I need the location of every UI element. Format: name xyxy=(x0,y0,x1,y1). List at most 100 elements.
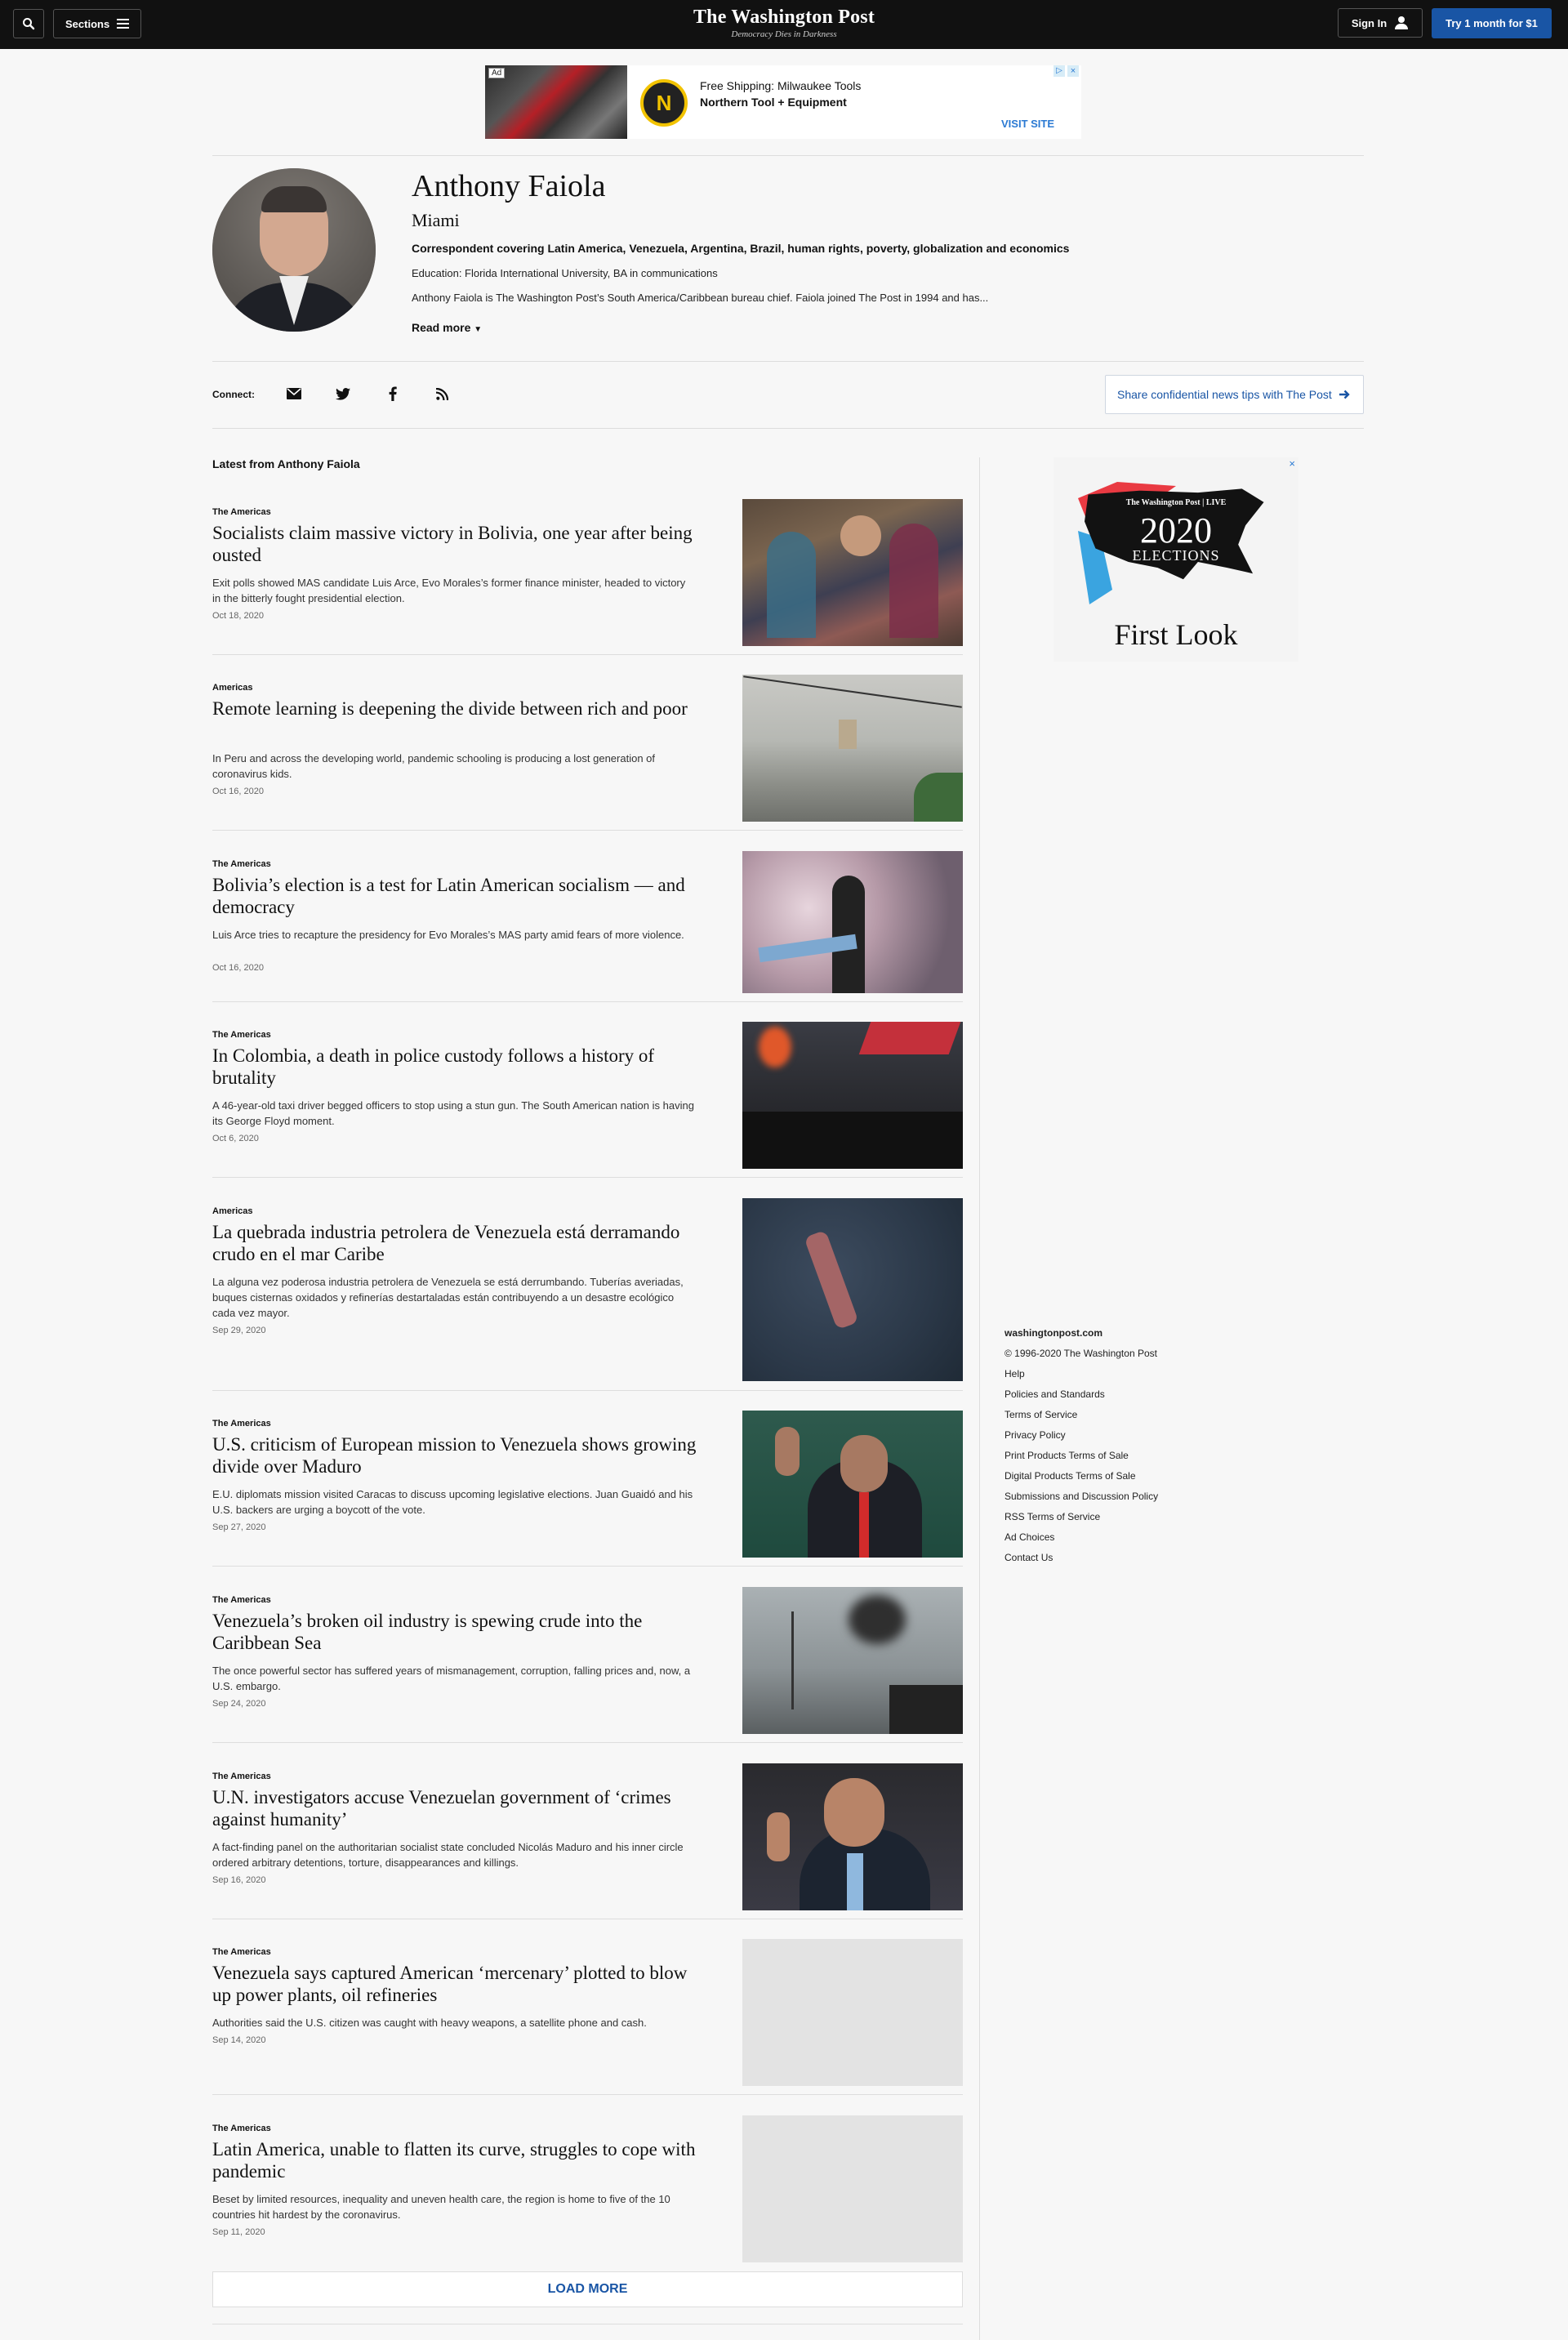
story-date: Oct 18, 2020 xyxy=(212,611,264,621)
story-headline[interactable]: Remote learning is deepening the divide … xyxy=(212,698,702,720)
ad-label: Ad xyxy=(488,68,506,78)
story-kicker[interactable]: The Americas xyxy=(212,1595,271,1605)
story-kicker[interactable]: The Americas xyxy=(212,1772,271,1781)
caret-down-icon: ▼ xyxy=(474,325,483,334)
story-date: Oct 6, 2020 xyxy=(212,1134,259,1143)
story-headline[interactable]: Socialists claim massive victory in Boli… xyxy=(212,522,702,566)
connect-label: Connect: xyxy=(212,389,255,400)
story-thumbnail[interactable] xyxy=(742,1763,963,1910)
footer-link[interactable]: Submissions and Discussion Policy xyxy=(1004,1491,1158,1502)
story-blurb: Exit polls showed MAS candidate Luis Arc… xyxy=(212,577,686,604)
sidebar-ad[interactable]: The Washington Post | LIVE 2020 ELECTION… xyxy=(1054,457,1298,662)
site-logo[interactable]: The Washington Post Democracy Dies in Da… xyxy=(0,7,1568,39)
story-date: Sep 14, 2020 xyxy=(212,2035,266,2045)
footer-link[interactable]: Privacy Policy xyxy=(1004,1429,1066,1441)
footer-site[interactable]: washingtonpost.com xyxy=(1004,1327,1102,1339)
read-more-button[interactable]: Read more ▼ xyxy=(412,321,482,334)
twitter-icon[interactable] xyxy=(333,384,353,403)
story-thumbnail[interactable] xyxy=(742,1198,963,1381)
author-photo xyxy=(212,168,376,332)
sign-in-label: Sign In xyxy=(1351,16,1388,29)
close-icon[interactable]: × xyxy=(1067,65,1079,77)
story-headline[interactable]: Venezuela says captured American ‘mercen… xyxy=(212,1962,702,2006)
story-thumbnail-placeholder[interactable] xyxy=(742,2115,963,2262)
divider xyxy=(212,1390,963,1391)
author-role: Correspondent covering Latin America, Ve… xyxy=(412,242,1070,255)
footer-link[interactable]: Policies and Standards xyxy=(1004,1388,1105,1400)
ad-headline: Free Shipping: Milwaukee Tools xyxy=(700,79,862,92)
divider xyxy=(212,155,1364,156)
author-education: Education: Florida International Univers… xyxy=(412,267,718,279)
story-headline[interactable]: Venezuela’s broken oil industry is spewi… xyxy=(212,1610,702,1654)
footer-link[interactable]: Contact Us xyxy=(1004,1552,1053,1563)
story-kicker[interactable]: Americas xyxy=(212,683,253,693)
close-icon[interactable]: × xyxy=(1289,457,1295,470)
footer-link[interactable]: Terms of Service xyxy=(1004,1409,1077,1420)
divider xyxy=(212,1001,963,1002)
story-kicker[interactable]: The Americas xyxy=(212,859,271,869)
footer-link[interactable]: Ad Choices xyxy=(1004,1531,1054,1543)
divider xyxy=(212,361,1364,362)
divider xyxy=(212,654,963,655)
ad-image xyxy=(485,65,627,139)
ad-year: 2020 xyxy=(1140,510,1212,550)
story-blurb: Luis Arce tries to recapture the preside… xyxy=(212,929,684,941)
ad-subtitle: First Look xyxy=(1114,618,1238,651)
story-date: Sep 27, 2020 xyxy=(212,1522,266,1532)
story-kicker[interactable]: The Americas xyxy=(212,507,271,517)
ad-advertiser: Northern Tool + Equipment xyxy=(700,96,847,109)
story-headline[interactable]: Latin America, unable to flatten its cur… xyxy=(212,2138,702,2182)
news-tips-label: Share confidential news tips with The Po… xyxy=(1117,388,1332,401)
story-thumbnail[interactable] xyxy=(742,675,963,822)
read-more-label: Read more xyxy=(412,321,471,334)
story-kicker[interactable]: The Americas xyxy=(212,2124,271,2133)
story-headline[interactable]: U.N. investigators accuse Venezuelan gov… xyxy=(212,1786,702,1830)
story-date: Sep 29, 2020 xyxy=(212,1326,266,1335)
story-thumbnail[interactable] xyxy=(742,1022,963,1169)
sign-in-button[interactable]: Sign In xyxy=(1338,8,1423,38)
story-blurb: The once powerful sector has suffered ye… xyxy=(212,1665,691,1692)
story-date: Sep 24, 2020 xyxy=(212,1699,266,1709)
story-headline[interactable]: Bolivia’s election is a test for Latin A… xyxy=(212,874,702,918)
story-blurb: A 46-year-old taxi driver begged officer… xyxy=(212,1099,694,1127)
story-kicker[interactable]: The Americas xyxy=(212,1030,271,1040)
story-headline[interactable]: La quebrada industria petrolera de Venez… xyxy=(212,1221,702,1265)
rss-icon[interactable] xyxy=(432,384,452,403)
footer-link[interactable]: RSS Terms of Service xyxy=(1004,1511,1100,1522)
divider xyxy=(212,428,1364,429)
story-kicker[interactable]: Americas xyxy=(212,1206,253,1216)
story-headline[interactable]: U.S. criticism of European mission to Ve… xyxy=(212,1433,702,1478)
story-date: Oct 16, 2020 xyxy=(212,787,264,796)
user-icon xyxy=(1394,16,1409,29)
story-thumbnail-placeholder[interactable] xyxy=(742,1939,963,2086)
story-blurb: E.U. diplomats mission visited Caracas t… xyxy=(212,1488,693,1516)
divider xyxy=(212,2094,963,2095)
facebook-icon[interactable] xyxy=(383,384,403,403)
ad-brand-logo: N xyxy=(640,79,688,127)
footer-copyright: © 1996-2020 The Washington Post xyxy=(1004,1348,1157,1359)
ad-brand-label: The Washington Post | LIVE xyxy=(1125,498,1227,507)
story-kicker[interactable]: The Americas xyxy=(212,1947,271,1957)
author-name: Anthony Faiola xyxy=(412,169,606,203)
email-icon[interactable] xyxy=(284,384,304,403)
latest-heading: Latest from Anthony Faiola xyxy=(212,457,360,470)
logo-title: The Washington Post xyxy=(693,7,875,28)
divider xyxy=(212,830,963,831)
story-thumbnail[interactable] xyxy=(742,1587,963,1734)
subscribe-button[interactable]: Try 1 month for $1 xyxy=(1432,8,1552,38)
load-more-button[interactable]: LOAD MORE xyxy=(212,2271,963,2307)
news-tips-button[interactable]: Share confidential news tips with The Po… xyxy=(1105,375,1364,414)
ad-banner[interactable]: Ad N Free Shipping: Milwaukee Tools Nort… xyxy=(485,65,1081,139)
story-thumbnail[interactable] xyxy=(742,851,963,993)
adchoices-icon[interactable]: ▷ xyxy=(1054,65,1065,77)
story-kicker[interactable]: The Americas xyxy=(212,1419,271,1429)
footer-link[interactable]: Print Products Terms of Sale xyxy=(1004,1450,1129,1461)
footer-link[interactable]: Digital Products Terms of Sale xyxy=(1004,1470,1136,1482)
ad-visit-site-link[interactable]: VISIT SITE xyxy=(1001,118,1054,130)
footer-link[interactable]: Help xyxy=(1004,1368,1025,1379)
story-blurb: A fact-finding panel on the authoritaria… xyxy=(212,1841,684,1869)
author-location: Miami xyxy=(412,210,460,230)
story-thumbnail[interactable] xyxy=(742,499,963,646)
story-thumbnail[interactable] xyxy=(742,1411,963,1558)
story-headline[interactable]: In Colombia, a death in police custody f… xyxy=(212,1045,702,1089)
